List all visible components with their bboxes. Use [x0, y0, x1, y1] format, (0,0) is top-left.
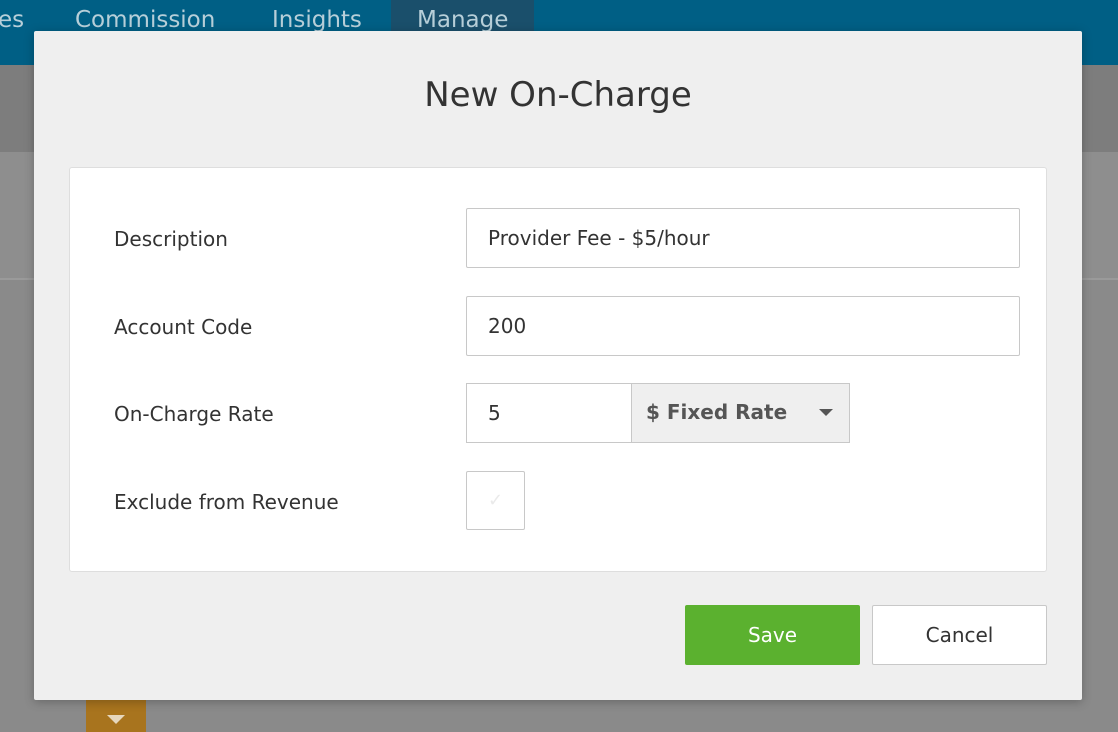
form-panel: Description Provider Fee - $5/hour Accou… [69, 167, 1047, 572]
description-label: Description [114, 227, 228, 251]
on-charge-rate-label: On-Charge Rate [114, 402, 274, 426]
caret-down-icon [819, 409, 833, 416]
description-input[interactable]: Provider Fee - $5/hour [466, 208, 1020, 268]
checkmark-icon: ✓ [487, 490, 504, 511]
rate-type-selected: $ Fixed Rate [646, 400, 788, 424]
exclude-from-revenue-checkbox[interactable]: ✓ [466, 471, 525, 530]
chevron-down-icon [107, 715, 125, 724]
modal-title: New On-Charge [424, 75, 692, 115]
account-code-input[interactable]: 200 [466, 296, 1020, 356]
save-button[interactable]: Save [685, 605, 860, 665]
rate-type-select[interactable]: $ Fixed Rate [631, 383, 850, 443]
nav-tab-partial[interactable]: es [0, 0, 24, 40]
account-code-label: Account Code [114, 315, 253, 339]
on-charge-rate-input[interactable]: 5 [466, 383, 632, 443]
new-on-charge-modal: New On-Charge Description Provider Fee -… [34, 31, 1082, 700]
exclude-from-revenue-label: Exclude from Revenue [114, 490, 339, 514]
cancel-button[interactable]: Cancel [872, 605, 1047, 665]
